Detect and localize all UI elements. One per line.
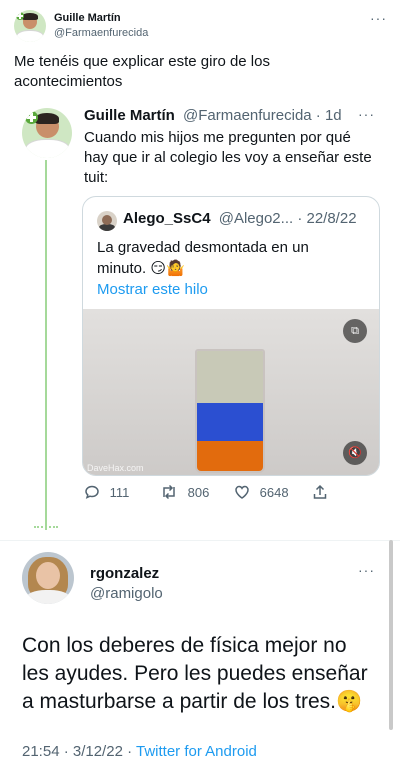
show-thread-link[interactable]: Mostrar este hilo — [97, 281, 208, 298]
more-options-icon[interactable]: ··· — [358, 562, 375, 578]
avatar[interactable] — [14, 10, 46, 42]
avatar-coat — [24, 139, 70, 158]
tweet-text-line: acontecimientos — [14, 73, 123, 90]
tweet-text: Me tenéis que explicar este giro de los … — [14, 52, 270, 92]
author-handle-time[interactable]: @Farmaenfurecida · 1d — [183, 107, 342, 124]
reply-text-line: a masturbarse a partir de los tres.🤫 — [22, 690, 363, 713]
reply-text: Con los deberes de física mejor no les a… — [22, 632, 368, 716]
avatar-shirt — [26, 590, 70, 604]
retweet-button[interactable]: 806 — [160, 484, 209, 500]
quoted-author-name: Alego_SsC4 — [123, 210, 211, 227]
quote-card-text: La gravedad desmontada en un minuto. 😏🤷 — [97, 237, 309, 279]
avatar — [97, 211, 117, 231]
more-options-icon[interactable]: ··· — [358, 106, 375, 122]
like-button[interactable]: 6648 — [234, 484, 289, 500]
author-name[interactable]: Guille Martín — [54, 12, 121, 24]
heart-icon — [235, 485, 249, 499]
tweet-text-line: tuit: — [84, 169, 109, 186]
author-handle[interactable]: @Farmaenfurecida — [54, 27, 148, 39]
mute-icon[interactable]: 🔇 — [343, 441, 367, 465]
quote-text-line: minuto. 😏🤷 — [97, 260, 185, 277]
avatar[interactable] — [22, 108, 72, 158]
reply-count: 111 — [109, 485, 130, 500]
retweet-count: 806 — [187, 485, 210, 500]
author-name[interactable]: Guille Martín — [84, 107, 175, 124]
glass-of-liquids — [195, 349, 265, 473]
cross-icon — [25, 111, 38, 124]
share-button[interactable] — [312, 484, 328, 500]
quoted-tweet-header: Guille Martín @Farmaenfurecida · 1d — [84, 107, 342, 124]
tweet-text-line: Me tenéis que explicar este giro de los — [14, 53, 270, 70]
tweet-text-line: Cuando mis hijos me pregunten por qué — [84, 129, 351, 146]
avatar-coat — [15, 29, 45, 42]
tweet-metadata: 21:54 · 3/12/22 · Twitter for Android — [22, 743, 257, 760]
source-link[interactable]: Twitter for Android — [136, 743, 257, 760]
quoted-tweet-text: Cuando mis hijos me pregunten por qué ha… — [84, 128, 372, 188]
video-thumbnail[interactable]: DaveHax.com ⧉ 🔇 — [83, 309, 379, 475]
author-name[interactable]: rgonzalez — [90, 565, 159, 582]
tweet-text-line: hay que ir al colegio les voy a enseñar … — [84, 149, 372, 166]
action-bar: 111 806 6648 — [84, 484, 334, 504]
pip-icon[interactable]: ⧉ — [343, 319, 367, 343]
share-icon — [313, 484, 327, 499]
liquid-layer-orange — [197, 441, 263, 471]
quoted-author-handle-date: @Alego2... · 22/8/22 — [218, 210, 357, 227]
reply-button[interactable]: 111 — [84, 484, 129, 500]
avatar-hair — [35, 113, 59, 124]
thread-line — [45, 160, 47, 530]
avatar[interactable] — [22, 552, 74, 604]
thread-connector-dots — [34, 526, 58, 530]
liquid-layer-blue — [197, 403, 263, 441]
like-count: 6648 — [259, 485, 289, 500]
reply-icon — [85, 485, 99, 499]
more-options-icon[interactable]: ··· — [370, 10, 387, 26]
reply-text-line: les ayudes. Pero les puedes enseñar — [22, 662, 368, 685]
quote-card-header: Alego_SsC4 @Alego2... · 22/8/22 — [123, 210, 357, 227]
scrollbar[interactable] — [389, 540, 393, 730]
quote-card[interactable]: Alego_SsC4 @Alego2... · 22/8/22 La grave… — [82, 196, 380, 476]
video-watermark: DaveHax.com — [87, 463, 144, 473]
avatar-head — [102, 214, 112, 225]
timestamp[interactable]: 21:54 · 3/12/22 · — [22, 743, 136, 760]
avatar-hair — [22, 13, 38, 21]
reply-text-line: Con los deberes de física mejor no — [22, 634, 347, 657]
avatar-body — [99, 224, 115, 231]
liquid-layer-top — [197, 351, 263, 403]
quote-text-line: La gravedad desmontada en un — [97, 239, 309, 256]
divider — [0, 540, 400, 541]
retweet-icon — [163, 484, 175, 500]
author-handle[interactable]: @ramigolo — [90, 585, 163, 602]
